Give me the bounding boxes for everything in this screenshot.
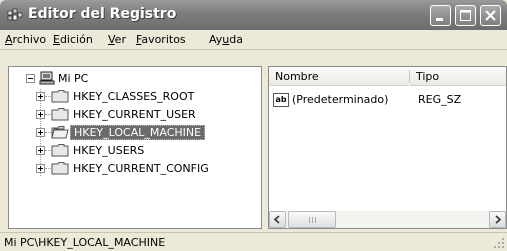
minimize-button[interactable] bbox=[430, 5, 451, 26]
horizontal-scrollbar[interactable] bbox=[269, 211, 506, 228]
minimize-icon bbox=[436, 18, 443, 21]
expand-toggle[interactable] bbox=[36, 146, 45, 155]
tree-item-label: HKEY_CURRENT_USER bbox=[73, 108, 196, 121]
column-header-tipo[interactable]: Tipo bbox=[410, 67, 506, 86]
folder-icon bbox=[51, 144, 69, 157]
tree-item-label: HKEY_CURRENT_CONFIG bbox=[73, 162, 209, 175]
expand-toggle[interactable] bbox=[36, 110, 45, 119]
expand-toggle[interactable] bbox=[36, 164, 45, 173]
scroll-thumb[interactable] bbox=[288, 211, 336, 228]
arrow-right-icon bbox=[495, 215, 502, 224]
value-type: REG_SZ bbox=[418, 93, 462, 106]
expand-toggle[interactable] bbox=[36, 92, 45, 101]
thumb-grip bbox=[309, 217, 310, 223]
menu-favoritos[interactable]: Favoritos bbox=[136, 33, 186, 46]
tree-item-label: HKEY_USERS bbox=[73, 144, 145, 157]
scroll-left-button[interactable] bbox=[269, 211, 286, 228]
window-title: Editor del Registro bbox=[28, 6, 177, 22]
tree-item-label: HKEY_LOCAL_MACHINE bbox=[70, 125, 206, 140]
open-folder-icon bbox=[51, 126, 69, 139]
computer-icon bbox=[39, 71, 55, 85]
list-item[interactable]: ab (Predeterminado) REG_SZ bbox=[273, 93, 503, 109]
string-value-icon: ab bbox=[273, 93, 289, 107]
close-button[interactable] bbox=[480, 5, 501, 26]
menu-ver[interactable]: Ver bbox=[108, 33, 126, 46]
collapse-toggle[interactable] bbox=[26, 74, 35, 83]
tree-node-hkey-current-config[interactable]: HKEY_CURRENT_CONFIG bbox=[9, 161, 249, 177]
folder-icon bbox=[51, 90, 69, 103]
column-header-label: Tipo bbox=[416, 70, 440, 83]
regedit-app-icon bbox=[7, 8, 23, 21]
tree-item-label: HKEY_CLASSES_ROOT bbox=[73, 90, 195, 103]
tree-node-hkey-classes-root[interactable]: HKEY_CLASSES_ROOT bbox=[9, 89, 249, 105]
folder-icon bbox=[51, 108, 69, 121]
menu-bar: Archivo Edición Ver Favoritos Ayuda bbox=[0, 30, 507, 50]
folder-icon bbox=[51, 162, 69, 175]
column-header-label: Nombre bbox=[275, 70, 319, 83]
column-header-nombre[interactable]: Nombre bbox=[269, 67, 409, 86]
status-bar: Mi PC\HKEY_LOCAL_MACHINE bbox=[0, 232, 507, 251]
expand-toggle[interactable] bbox=[36, 128, 45, 137]
resize-grip-icon[interactable] bbox=[493, 237, 505, 249]
tree-root-label: Mi PC bbox=[58, 72, 89, 85]
thumb-grip bbox=[315, 217, 316, 223]
scroll-right-button[interactable] bbox=[489, 211, 506, 228]
key-tree-pane[interactable]: Mi PC HKEY_CLASSES_ROOT HKEY_CURRENT_USE… bbox=[8, 66, 262, 229]
tree-node-root[interactable]: Mi PC bbox=[9, 71, 249, 87]
maximize-button[interactable] bbox=[455, 5, 476, 26]
status-path: Mi PC\HKEY_LOCAL_MACHINE bbox=[4, 236, 166, 249]
menu-archivo[interactable]: Archivo bbox=[5, 33, 46, 46]
values-list-pane[interactable]: Nombre Tipo ab (Predeterminado) REG_SZ bbox=[268, 66, 507, 229]
arrow-left-icon bbox=[273, 215, 280, 224]
title-bar[interactable]: Editor del Registro bbox=[0, 0, 507, 30]
menu-edicion[interactable]: Edición bbox=[53, 33, 93, 46]
tree-node-hkey-users[interactable]: HKEY_USERS bbox=[9, 143, 249, 159]
value-name: (Predeterminado) bbox=[292, 93, 389, 106]
tree-node-hkey-current-user[interactable]: HKEY_CURRENT_USER bbox=[9, 107, 249, 123]
tree-node-hkey-local-machine[interactable]: HKEY_LOCAL_MACHINE bbox=[9, 125, 249, 141]
maximize-icon bbox=[460, 10, 471, 21]
menu-ayuda[interactable]: Ayuda bbox=[209, 33, 243, 46]
close-icon bbox=[485, 10, 496, 21]
registry-editor-window: Editor del Registro Archivo Edición Ver bbox=[0, 0, 507, 251]
thumb-grip bbox=[312, 217, 313, 223]
